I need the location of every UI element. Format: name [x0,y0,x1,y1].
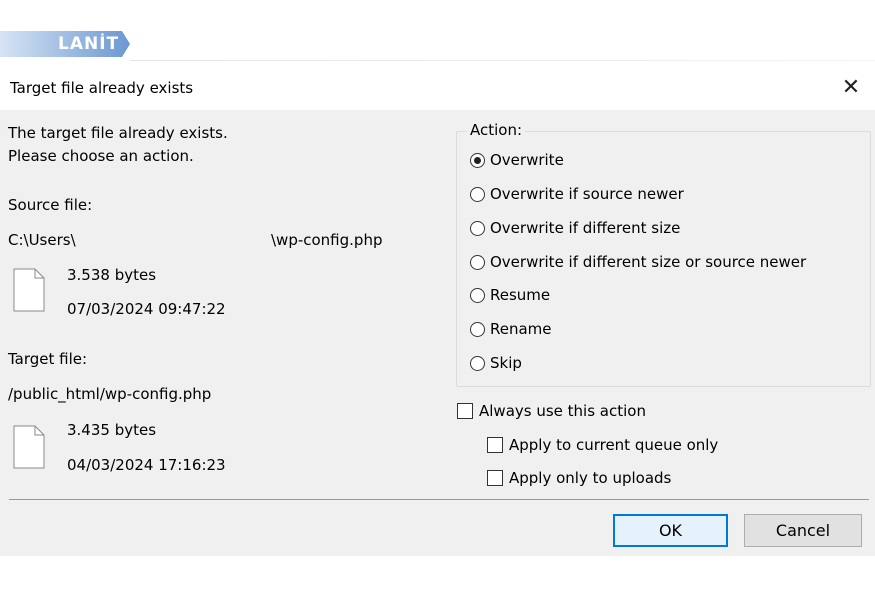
checkbox-label: Apply to current queue only [509,436,719,454]
ok-button[interactable]: OK [613,514,728,547]
radio-label: Overwrite [490,151,564,169]
target-file-icon [13,425,45,469]
dialog-title: Target file already exists [10,79,194,97]
source-file-date: 07/03/2024 09:47:22 [67,300,226,318]
radio-indicator [470,287,485,303]
source-path-start: C:\Users\ [8,231,76,249]
checkbox-indicator [487,470,503,486]
checkbox-indicator [487,437,503,453]
top-divider [130,60,875,61]
checkbox-indicator [457,403,473,419]
page: LANİT Target file already exists ✕ The t… [0,0,875,613]
intro-line-2: Please choose an action. [8,147,194,165]
radio-overwrite-if-different-or-newer[interactable]: Overwrite if different size or source ne… [470,251,806,273]
always-use-action-checkbox[interactable]: Always use this action [457,400,646,422]
checkbox-label: Apply only to uploads [509,469,672,487]
radio-label: Overwrite if different size [490,219,681,237]
source-file-size: 3.538 bytes [67,266,157,284]
target-file-label: Target file: [8,350,88,368]
close-icon[interactable]: ✕ [837,74,865,102]
checkbox-label: Always use this action [479,402,646,420]
radio-label: Skip [490,354,522,372]
source-path-end: \wp-config.php [271,231,383,249]
target-exists-dialog: Target file already exists ✕ The target … [0,66,875,556]
radio-indicator [470,152,485,168]
radio-indicator [470,254,485,270]
radio-indicator [470,220,485,236]
brand-logo: LANİT [0,31,130,57]
source-file-icon [13,268,45,312]
target-file-size: 3.435 bytes [67,421,157,439]
dialog-body: The target file already exists. Please c… [0,110,875,556]
radio-label: Resume [490,286,551,304]
title-bar: Target file already exists ✕ [0,66,875,110]
radio-rename[interactable]: Rename [470,318,552,340]
apply-current-queue-checkbox[interactable]: Apply to current queue only [487,434,718,456]
radio-overwrite-if-newer[interactable]: Overwrite if source newer [470,183,684,205]
radio-label: Rename [490,320,552,338]
radio-overwrite-if-different-size[interactable]: Overwrite if different size [470,217,680,239]
action-group-label: Action: [467,121,526,139]
radio-indicator [470,186,485,202]
radio-resume[interactable]: Resume [470,284,550,306]
brand-text: LANİT [58,34,120,54]
radio-skip[interactable]: Skip [470,352,522,374]
radio-indicator [470,355,485,371]
radio-overwrite[interactable]: Overwrite [470,149,564,171]
cancel-button[interactable]: Cancel [744,514,862,547]
apply-only-uploads-checkbox[interactable]: Apply only to uploads [487,467,671,489]
source-file-label: Source file: [8,196,93,214]
radio-indicator [470,321,485,337]
radio-label: Overwrite if different size or source ne… [490,253,807,271]
intro-line-1: The target file already exists. [8,124,228,142]
button-divider [9,499,869,500]
radio-label: Overwrite if source newer [490,185,684,203]
target-file-date: 04/03/2024 17:16:23 [67,456,226,474]
target-file-path: /public_html/wp-config.php [8,385,212,403]
